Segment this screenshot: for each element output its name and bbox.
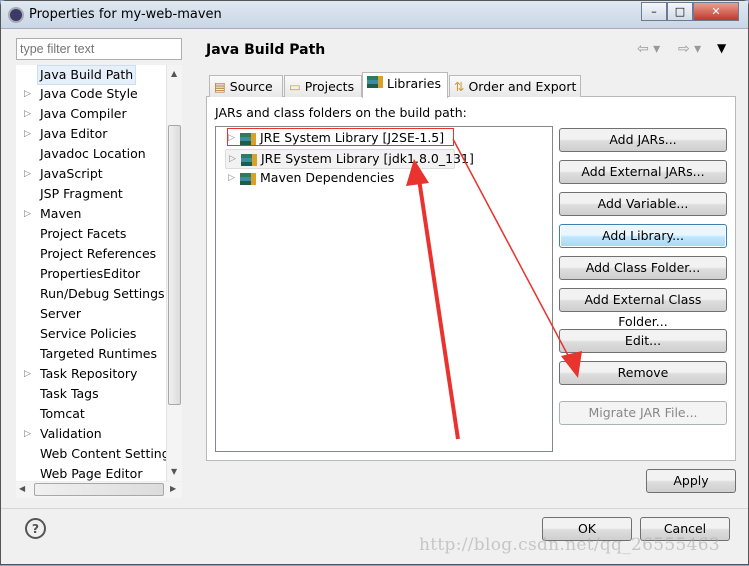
sidebar-item[interactable]: Project References	[16, 245, 166, 265]
sidebar-item[interactable]: ▷ Java Editor	[16, 125, 166, 145]
sidebar-item[interactable]: ▷ JavaScript	[16, 165, 166, 185]
sidebar-item-label: Web Content Settings	[40, 446, 166, 461]
expand-icon[interactable]: ▷	[24, 365, 31, 383]
expand-icon[interactable]: ▷	[24, 85, 31, 103]
page-title: Java Build Path	[206, 42, 326, 58]
sidebar-item-label: Project References	[40, 246, 157, 261]
build-path-list[interactable]: ▷ JRE System Library [J2SE-1.5] ▷ JRE Syst…	[215, 126, 553, 452]
sidebar-item-label: JavaScript	[40, 166, 103, 181]
sidebar-item[interactable]: Project Facets	[16, 225, 166, 245]
window-title: Properties for my-web-maven	[29, 7, 222, 22]
list-item[interactable]: ▷ JRE System Library [jdk1.8.0_131]	[225, 149, 474, 169]
sidebar-item-label: Validation	[40, 426, 102, 441]
list-item[interactable]: ▷ Maven Dependencies	[226, 169, 456, 189]
order-arrows-icon: ⇅	[454, 79, 465, 94]
minimize-button[interactable]: –	[641, 2, 667, 21]
sidebar-item[interactable]: ▷ Validation	[16, 425, 166, 445]
forward-nav-icon[interactable]: ⇨ ▾	[678, 41, 701, 57]
sidebar-item[interactable]: JSP Fragment	[16, 185, 166, 205]
expand-icon[interactable]: ▷	[24, 425, 31, 443]
sidebar-item[interactable]: Task Tags	[16, 385, 166, 405]
filter-input[interactable]	[16, 38, 182, 60]
red-highlight-box	[227, 128, 454, 146]
hscroll-thumb[interactable]	[34, 483, 164, 496]
add-variable-button[interactable]: Add Variable...	[559, 192, 727, 216]
sidebar-item[interactable]: Tomcat	[16, 405, 166, 425]
sidebar-item-label: PropertiesEditor	[40, 266, 141, 281]
sidebar-item[interactable]: ▷ Java Code Style	[16, 85, 166, 105]
add-class-folder-button[interactable]: Add Class Folder...	[559, 256, 727, 280]
properties-tree: Java Build Path ▷ Java Code Style ▷ Java Com…	[16, 65, 166, 481]
expand-icon[interactable]: ▷	[24, 105, 31, 123]
add-jars-button[interactable]: Add JARs...	[559, 128, 727, 152]
sidebar-item-label: Maven	[40, 206, 82, 221]
sidebar-item[interactable]: PropertiesEditor	[16, 265, 166, 285]
sidebar-item-label: Project Facets	[40, 226, 127, 241]
folder-icon: ▭	[289, 79, 301, 94]
sidebar-item[interactable]: ▷ Java Compiler	[16, 105, 166, 125]
sidebar-item-label: JSP Fragment	[40, 186, 123, 201]
title-bar: Properties for my-web-maven – □ ✕	[1, 1, 748, 29]
sidebar-item[interactable]: Run/Debug Settings	[16, 285, 166, 305]
expand-icon[interactable]: ▷	[24, 165, 31, 183]
sidebar-item[interactable]: Web Content Settings	[16, 445, 166, 465]
help-icon[interactable]: ?	[25, 518, 46, 539]
sidebar-item-label: Run/Debug Settings	[40, 286, 165, 301]
remove-button[interactable]: Remove	[559, 361, 727, 385]
close-button[interactable]: ✕	[693, 2, 739, 21]
eclipse-icon	[8, 7, 24, 23]
sidebar-item-label: Task Tags	[40, 386, 99, 401]
edit-button[interactable]: Edit...	[559, 329, 727, 353]
sidebar-item[interactable]: ▷ Maven	[16, 205, 166, 225]
tree-horizontal-scrollbar[interactable]: ◀ ▶	[16, 482, 182, 498]
expand-icon[interactable]: ▷	[24, 205, 31, 223]
sidebar-item[interactable]: Service Policies	[16, 325, 166, 345]
sidebar-item-label: Java Editor	[40, 126, 108, 141]
library-icon	[240, 173, 256, 185]
tree-vertical-scrollbar[interactable]: ▲ ▼	[166, 65, 182, 481]
footer-divider	[1, 508, 748, 509]
scroll-thumb[interactable]	[168, 125, 181, 405]
sidebar-item[interactable]: Server	[16, 305, 166, 325]
source-folder-icon: ▤	[214, 79, 226, 94]
sidebar-item-label: Java Code Style	[40, 86, 138, 101]
sidebar-item[interactable]: ▷ Task Repository	[16, 365, 166, 385]
sidebar-item-label: Web Page Editor	[40, 466, 143, 481]
add-external-class-folder-button[interactable]: Add External Class Folder...	[559, 288, 727, 329]
sidebar-item-label: Java Compiler	[40, 106, 127, 121]
sidebar-item-label: Targeted Runtimes	[40, 346, 157, 361]
add-library-button[interactable]: Add Library...	[559, 224, 727, 248]
tab-projects[interactable]: ▭ Projects	[284, 75, 362, 97]
view-menu-icon[interactable]: ▼	[717, 41, 726, 55]
tab-libraries[interactable]: Libraries	[362, 72, 448, 98]
sidebar-item-label: Service Policies	[40, 326, 137, 341]
maximize-button[interactable]: □	[667, 2, 693, 21]
apply-button[interactable]: Apply	[646, 469, 736, 493]
sidebar-item-label: Task Repository	[40, 366, 138, 381]
sidebar-item-label: Server	[40, 306, 81, 321]
sidebar-item[interactable]: Javadoc Location	[16, 145, 166, 165]
sidebar-item-label: Javadoc Location	[40, 146, 146, 161]
expand-icon[interactable]: ▷	[24, 125, 31, 143]
add-external-jars-button[interactable]: Add External JARs...	[559, 160, 727, 184]
sidebar-item-label: Java Build Path	[37, 65, 137, 85]
library-icon	[241, 154, 257, 166]
library-icon	[367, 76, 383, 88]
sidebar-item[interactable]: Java Build Path	[16, 65, 166, 85]
sidebar-item[interactable]: Web Page Editor	[16, 465, 166, 481]
sidebar-item-label: Tomcat	[40, 406, 85, 421]
migrate-jar-button: Migrate JAR File...	[559, 401, 727, 425]
back-nav-icon[interactable]: ⇦ ▾	[637, 41, 660, 57]
tab-source[interactable]: ▤ Source	[209, 75, 283, 97]
watermark: http://blog.csdn.net/qq_26555463	[419, 535, 720, 555]
sidebar-item[interactable]: Targeted Runtimes	[16, 345, 166, 365]
properties-dialog: Properties for my-web-maven – □ ✕ Java B…	[0, 0, 749, 565]
tab-order-and-export[interactable]: ⇅ Order and Export	[449, 75, 581, 97]
list-label: JARs and class folders on the build path…	[215, 105, 467, 120]
